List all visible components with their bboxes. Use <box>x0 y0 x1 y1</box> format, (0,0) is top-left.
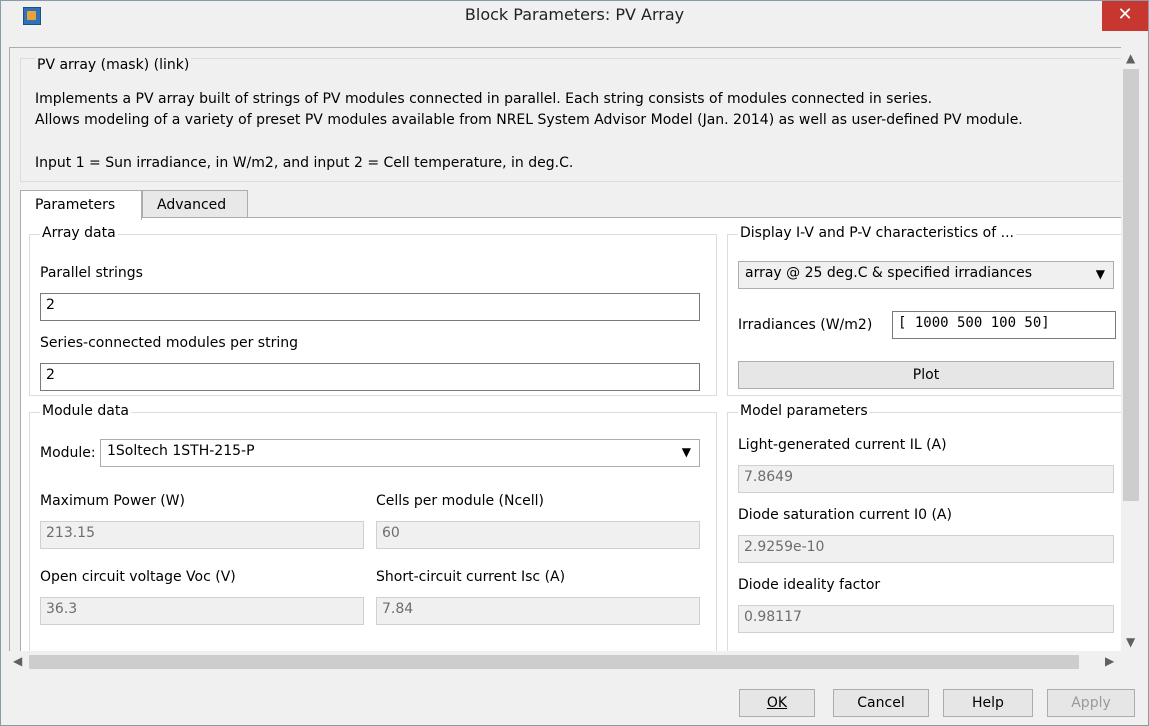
apply-label: Apply <box>1071 695 1111 711</box>
description-line-2: Allows modeling of a variety of preset P… <box>35 112 1023 128</box>
help-button[interactable]: Help <box>943 689 1033 717</box>
cells-per-module-field: 60 <box>376 521 700 549</box>
model-parameters-title: Model parameters <box>738 403 870 419</box>
chevron-down-icon[interactable]: ▼ <box>1126 635 1135 649</box>
description-title: PV array (mask) (link) <box>35 57 192 73</box>
max-power-label: Maximum Power (W) <box>40 493 185 509</box>
close-icon: ✕ <box>1117 4 1133 25</box>
vertical-scroll-thumb[interactable] <box>1123 69 1139 501</box>
voc-label: Open circuit voltage Voc (V) <box>40 569 236 585</box>
window-title: Block Parameters: PV Array <box>464 5 685 24</box>
display-characteristics-group: Display I-V and P-V characteristics of .… <box>727 225 1123 396</box>
description-line-1: Implements a PV array built of strings o… <box>35 91 933 107</box>
array-data-group: Array data Parallel strings 2 Series-con… <box>29 225 717 396</box>
tab-parameters[interactable]: Parameters <box>20 190 142 220</box>
chevron-down-icon: ▼ <box>681 445 691 459</box>
voc-field: 36.3 <box>40 597 364 625</box>
isc-label: Short-circuit current Isc (A) <box>376 569 566 585</box>
series-modules-label: Series-connected modules per string <box>40 335 298 351</box>
i0-field: 2.9259e-10 <box>738 535 1114 563</box>
vertical-scrollbar[interactable]: ▲ ▼ <box>1121 47 1141 653</box>
max-power-field: 213.15 <box>40 521 364 549</box>
array-data-title: Array data <box>40 225 118 241</box>
display-mode-value: array @ 25 deg.C & specified irradiances <box>745 265 1033 281</box>
il-field: 7.8649 <box>738 465 1114 493</box>
il-label: Light-generated current IL (A) <box>738 437 947 453</box>
apply-button: Apply <box>1047 689 1135 717</box>
horizontal-scroll-thumb[interactable] <box>29 655 1079 669</box>
parameters-panel: Array data Parallel strings 2 Series-con… <box>20 217 1124 652</box>
cancel-label: Cancel <box>857 695 905 711</box>
ok-label: OK <box>766 695 788 711</box>
description-text: Implements a PV array built of strings o… <box>35 89 1125 174</box>
help-label: Help <box>972 695 1004 711</box>
title-bar[interactable]: Block Parameters: PV Array ✕ <box>1 1 1148 47</box>
series-modules-input[interactable]: 2 <box>40 363 700 391</box>
display-title: Display I-V and P-V characteristics of .… <box>738 225 1016 241</box>
module-select[interactable]: 1Soltech 1STH-215-P ▼ <box>100 439 700 467</box>
display-mode-select[interactable]: array @ 25 deg.C & specified irradiances… <box>738 261 1114 289</box>
irradiances-input[interactable]: [ 1000 500 100 50] <box>892 311 1116 339</box>
chevron-up-icon[interactable]: ▲ <box>1126 51 1135 65</box>
parallel-strings-input[interactable]: 2 <box>40 293 700 321</box>
module-value: 1Soltech 1STH-215-P <box>107 443 255 459</box>
ideality-label: Diode ideality factor <box>738 577 881 593</box>
irradiances-label: Irradiances (W/m2) <box>738 317 873 333</box>
chevron-left-icon[interactable]: ◀ <box>13 654 22 668</box>
cells-per-module-label: Cells per module (Ncell) <box>376 493 545 509</box>
ideality-field: 0.98117 <box>738 605 1114 633</box>
module-label: Module: <box>40 445 96 461</box>
module-data-group: Module data Module: 1Soltech 1STH-215-P … <box>29 403 717 652</box>
chevron-right-icon[interactable]: ▶ <box>1105 654 1114 668</box>
isc-field: 7.84 <box>376 597 700 625</box>
horizontal-scrollbar[interactable]: ◀ ▶ <box>9 651 1121 673</box>
parallel-strings-label: Parallel strings <box>40 265 143 281</box>
i0-label: Diode saturation current I0 (A) <box>738 507 952 523</box>
description-group: PV array (mask) (link) Implements a PV a… <box>20 57 1125 182</box>
module-data-title: Module data <box>40 403 131 419</box>
description-line-3: Input 1 = Sun irradiance, in W/m2, and i… <box>35 155 574 171</box>
ok-button[interactable]: OK <box>739 689 815 717</box>
cancel-button[interactable]: Cancel <box>833 689 929 717</box>
plot-button[interactable]: Plot <box>738 361 1114 389</box>
close-button[interactable]: ✕ <box>1102 1 1148 31</box>
model-parameters-group: Model parameters Light-generated current… <box>727 403 1123 652</box>
dialog-content: PV array (mask) (link) Implements a PV a… <box>9 47 1131 653</box>
dialog-window: Block Parameters: PV Array ✕ PV array (m… <box>0 0 1149 726</box>
chevron-down-icon: ▼ <box>1095 267 1105 281</box>
tab-advanced[interactable]: Advanced <box>142 190 248 218</box>
